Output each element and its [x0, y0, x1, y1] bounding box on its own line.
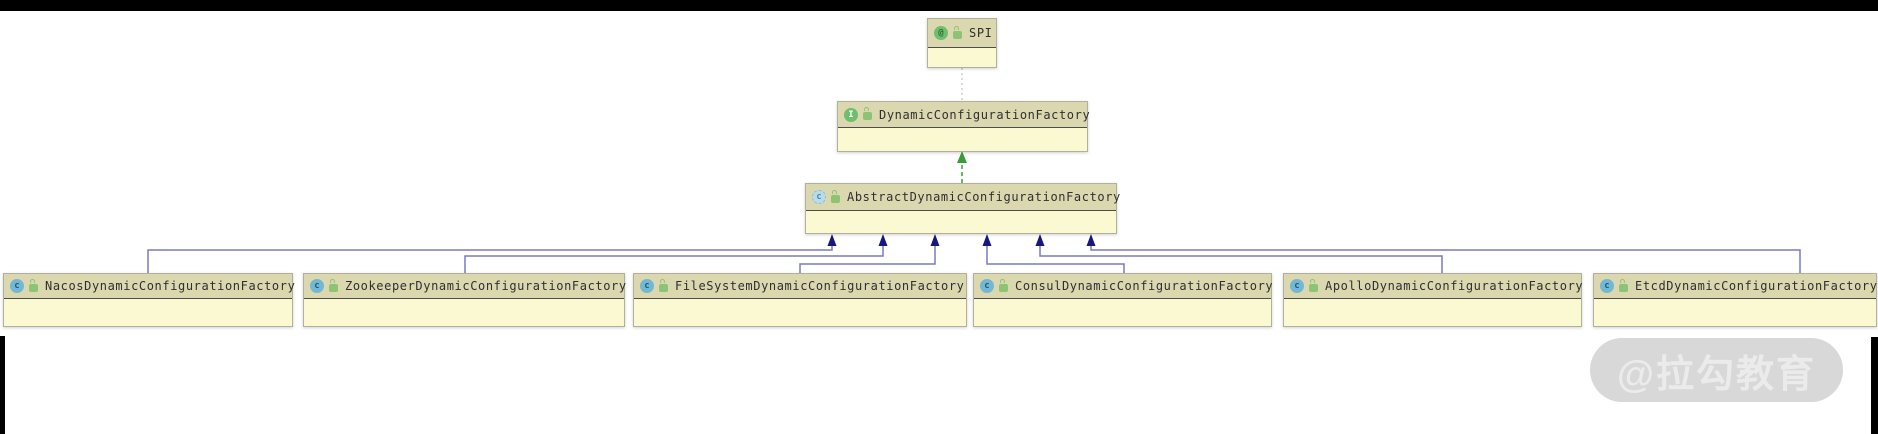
node-header: c EtcdDynamicConfigurationFactory [1594, 274, 1876, 299]
extends-arrowhead-icon [879, 234, 888, 246]
class-icon: c [640, 279, 654, 293]
class-node-apollodynamicconfigurationfactory[interactable]: c ApolloDynamicConfigurationFactory [1283, 273, 1582, 327]
extends-arrowhead-icon [931, 234, 940, 246]
node-label: SPI [969, 26, 992, 40]
node-header: c AbstractDynamicConfigurationFactory [806, 184, 1116, 211]
implements-arrowhead-icon [957, 151, 967, 163]
lock-icon [329, 284, 338, 292]
class-icon: c [10, 279, 24, 293]
node-header: @ SPI [928, 19, 996, 48]
node-label: DynamicConfigurationFactory [879, 108, 1090, 122]
lock-icon [29, 284, 38, 292]
class-icon: c [310, 279, 324, 293]
interface-icon: I [844, 108, 858, 122]
extends-edge-etcd [1091, 245, 1800, 273]
extends-edge-zookeeper [465, 245, 883, 273]
node-label: ConsulDynamicConfigurationFactory [1015, 279, 1273, 293]
lock-icon [831, 195, 840, 203]
node-label: ZookeeperDynamicConfigurationFactory [345, 279, 627, 293]
node-header: c ApolloDynamicConfigurationFactory [1284, 274, 1581, 299]
uml-diagram-canvas: @ SPI I DynamicConfigurationFactory c Ab… [0, 0, 1878, 434]
node-header: I DynamicConfigurationFactory [838, 102, 1087, 128]
class-node-etcddynamicconfigurationfactory[interactable]: c EtcdDynamicConfigurationFactory [1593, 273, 1877, 327]
extends-edge-consul [987, 245, 1124, 273]
class-icon: c [1600, 279, 1614, 293]
abstract-class-icon: c [812, 190, 826, 204]
node-label: EtcdDynamicConfigurationFactory [1635, 279, 1878, 293]
node-header: c NacosDynamicConfigurationFactory [4, 274, 292, 299]
class-node-filesystemdynamicconfigurationfactory[interactable]: c FileSystemDynamicConfigurationFactory [633, 273, 967, 327]
extends-arrowhead-icon [828, 234, 837, 246]
class-icon: c [1290, 279, 1304, 293]
lock-icon [659, 284, 668, 292]
node-label: AbstractDynamicConfigurationFactory [847, 190, 1121, 204]
lock-icon [1309, 284, 1318, 292]
watermark-badge: @拉勾教育 [1590, 338, 1843, 402]
extends-edge-nacos [148, 245, 832, 273]
node-label: ApolloDynamicConfigurationFactory [1325, 279, 1583, 293]
node-label: FileSystemDynamicConfigurationFactory [675, 279, 965, 293]
extends-edge-filesystem [800, 245, 935, 273]
lock-icon [953, 31, 962, 39]
node-header: c FileSystemDynamicConfigurationFactory [634, 274, 966, 299]
lock-icon [863, 112, 872, 120]
node-header: c ConsulDynamicConfigurationFactory [974, 274, 1271, 299]
node-label: NacosDynamicConfigurationFactory [45, 279, 295, 293]
annotation-icon: @ [934, 26, 948, 40]
class-node-zookeeperdynamicconfigurationfactory[interactable]: c ZookeeperDynamicConfigurationFactory [303, 273, 625, 327]
extends-arrowhead-icon [983, 234, 992, 246]
class-icon: c [980, 279, 994, 293]
class-node-abstractdynamicconfigurationfactory[interactable]: c AbstractDynamicConfigurationFactory [805, 183, 1117, 234]
class-node-dynamicconfigurationfactory[interactable]: I DynamicConfigurationFactory [837, 101, 1088, 152]
extends-arrowhead-icon [1087, 234, 1096, 246]
node-header: c ZookeeperDynamicConfigurationFactory [304, 274, 624, 299]
extends-arrowhead-icon [1036, 234, 1045, 246]
lock-icon [1619, 284, 1628, 292]
lock-icon [999, 284, 1008, 292]
class-node-nacosdynamicconfigurationfactory[interactable]: c NacosDynamicConfigurationFactory [3, 273, 293, 327]
class-node-spi[interactable]: @ SPI [927, 18, 997, 68]
class-node-consuldynamicconfigurationfactory[interactable]: c ConsulDynamicConfigurationFactory [973, 273, 1272, 327]
extends-edge-apollo [1040, 245, 1442, 273]
